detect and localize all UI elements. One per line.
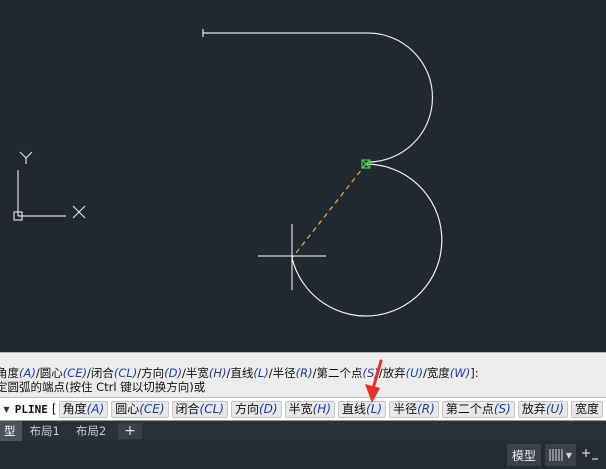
layout-tabs: 型 布局1 布局2 +: [0, 421, 606, 441]
option-key: (L): [366, 401, 383, 416]
history-text: /放弃: [378, 366, 406, 380]
model-space-button[interactable]: 模型: [506, 444, 541, 466]
snap-icon[interactable]: [580, 444, 600, 466]
command-option-button[interactable]: 闭合(CL): [171, 400, 228, 418]
history-key: (R): [295, 366, 313, 380]
history-line-2: 定圆弧的端点(按住 Ctrl 键以切换方向)或: [0, 380, 206, 394]
command-option-button[interactable]: 半宽(H): [284, 400, 336, 418]
command-option-button[interactable]: 直线(L): [338, 400, 387, 418]
option-label: 方向: [234, 401, 259, 416]
option-label: 角度: [62, 401, 87, 416]
command-option-button[interactable]: 第二个点(S): [441, 400, 515, 418]
option-label: 闭合: [175, 401, 200, 416]
command-prompt: PLINE: [14, 402, 48, 416]
option-bracket: [: [51, 402, 57, 416]
history-key: (A): [19, 366, 36, 380]
chevron-down-icon[interactable]: ▼: [2, 405, 11, 414]
command-option-button[interactable]: 角度(A): [58, 400, 109, 418]
chevron-down-icon[interactable]: ▼: [566, 451, 572, 460]
history-key: (U): [405, 366, 424, 380]
command-line[interactable]: ▼ PLINE [ 角度(A) 圆心(CE) 闭合(CL) 方向(D) 半宽(H) 直线(…: [0, 397, 606, 421]
command-option-button[interactable]: 圆心(CE): [111, 400, 169, 418]
option-key: (CL): [199, 401, 224, 416]
history-key: (D): [164, 366, 183, 380]
crosshair-cursor: [258, 224, 326, 290]
tab-layout2[interactable]: 布局2: [68, 421, 114, 441]
history-text: /方向: [137, 366, 165, 380]
command-option-button[interactable]: 半径(R): [389, 400, 439, 418]
option-label: 放弃: [521, 401, 546, 416]
history-key: (H): [208, 366, 227, 380]
history-key: (S): [362, 366, 379, 380]
option-key: (S): [493, 401, 511, 416]
grid-icon[interactable]: ▼: [544, 444, 576, 466]
rubber-band-line: [291, 163, 367, 259]
history-line-1: 角度(A)/圆心(CE)/闭合(CL)/方向(D)/半宽(H)/直线(L)/半径…: [0, 366, 606, 380]
history-text: /半径: [268, 366, 296, 380]
history-text: /半宽: [182, 366, 209, 380]
option-label: 半宽: [288, 401, 313, 416]
history-text: /直线: [226, 366, 254, 380]
option-label: 第二个点: [445, 401, 494, 416]
option-label: 半径: [393, 401, 418, 416]
command-option-button[interactable]: 宽度: [570, 400, 603, 418]
option-label: 宽度: [574, 401, 599, 416]
option-key: (H): [312, 401, 332, 416]
option-key: (D): [259, 401, 278, 416]
history-key: (CL): [113, 366, 138, 380]
drawing-area[interactable]: [0, 0, 606, 352]
option-label: 圆心: [115, 401, 140, 416]
drawing-canvas[interactable]: [0, 0, 606, 352]
command-options: 角度(A) 圆心(CE) 闭合(CL) 方向(D) 半宽(H) 直线(L) 半径(R) 第二个…: [58, 400, 606, 418]
tab-model[interactable]: 型: [0, 421, 22, 441]
status-bar: 模型 ▼: [0, 441, 606, 469]
option-key: (A): [86, 401, 105, 416]
history-text: /宽度: [423, 366, 450, 380]
option-label: 直线: [342, 401, 367, 416]
history-text: ]:: [470, 366, 479, 380]
option-key: (U): [545, 401, 564, 416]
command-option-button[interactable]: 放弃(U): [517, 400, 568, 418]
history-key: (W): [449, 366, 471, 380]
command-option-button[interactable]: 方向(D): [230, 400, 282, 418]
command-history: 角度(A)/圆心(CE)/闭合(CL)/方向(D)/半宽(H)/直线(L)/半径…: [0, 352, 606, 397]
history-key: (L): [253, 366, 269, 380]
add-layout-button[interactable]: +: [118, 423, 142, 439]
history-text: /圆心: [35, 366, 63, 380]
history-text: /闭合: [87, 366, 114, 380]
option-key: (R): [417, 401, 435, 416]
history-text: /第二个点: [312, 366, 363, 380]
tab-layout1[interactable]: 布局1: [22, 421, 68, 441]
ucs-icon: [13, 151, 86, 221]
preview-arc: [291, 163, 443, 317]
history-key: (CE): [62, 366, 87, 380]
option-key: (CE): [139, 401, 165, 416]
history-text: 角度: [0, 366, 19, 380]
polyline[interactable]: [202, 29, 434, 163]
